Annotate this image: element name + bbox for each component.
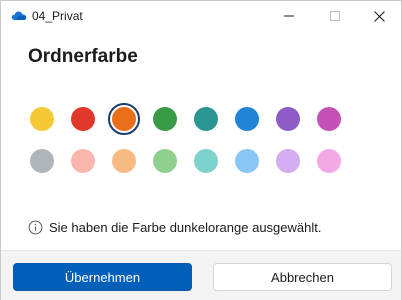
color-swatch[interactable]: [71, 107, 95, 131]
color-swatch[interactable]: [235, 107, 259, 131]
color-swatch[interactable]: [153, 149, 177, 173]
color-swatch[interactable]: [194, 107, 218, 131]
onedrive-cloud-icon: [11, 11, 27, 20]
color-swatch[interactable]: [194, 149, 218, 173]
color-swatch[interactable]: [317, 107, 341, 131]
color-row-1: [30, 103, 341, 135]
color-swatch[interactable]: [317, 149, 341, 173]
color-swatch[interactable]: [112, 149, 136, 173]
color-swatch[interactable]: [30, 149, 54, 173]
color-swatch[interactable]: [153, 107, 177, 131]
maximize-button[interactable]: [312, 1, 358, 31]
color-swatch[interactable]: [30, 107, 54, 131]
apply-button[interactable]: Übernehmen: [13, 263, 192, 291]
dialog-content: Ordnerfarbe Sie haben die Farbe dunkelor…: [1, 31, 401, 250]
selection-info-text: Sie haben die Farbe dunkelorange ausgewä…: [49, 220, 322, 235]
title-bar: 04_Privat: [1, 1, 401, 31]
dialog-footer: Übernehmen Abbrechen: [1, 250, 401, 300]
close-icon: [373, 10, 385, 22]
maximize-icon: [330, 11, 340, 21]
color-swatch-selected[interactable]: [108, 103, 140, 135]
cancel-button[interactable]: Abbrechen: [213, 263, 392, 291]
close-button[interactable]: [356, 1, 402, 31]
color-swatch[interactable]: [71, 149, 95, 173]
folder-color-dialog: 04_Privat Ordnerfarbe Sie haben die Farb…: [0, 0, 402, 300]
window-title: 04_Privat: [32, 9, 83, 23]
dialog-heading: Ordnerfarbe: [28, 46, 138, 67]
selection-info: Sie haben die Farbe dunkelorange ausgewä…: [28, 220, 321, 235]
minimize-icon: [284, 15, 294, 17]
minimize-button[interactable]: [266, 1, 312, 31]
color-swatch[interactable]: [235, 149, 259, 173]
info-icon: [28, 220, 43, 235]
color-swatch[interactable]: [276, 149, 300, 173]
color-swatch[interactable]: [276, 107, 300, 131]
color-row-2: [30, 149, 341, 173]
